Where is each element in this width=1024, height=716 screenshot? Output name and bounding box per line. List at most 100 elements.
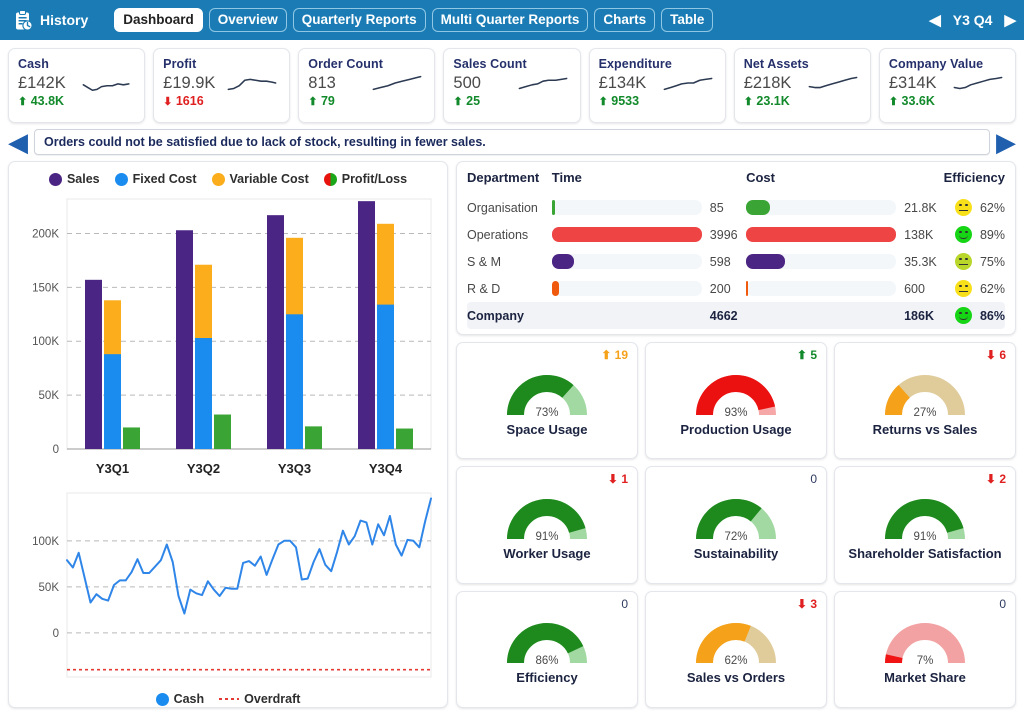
gauge-value: 27% — [913, 406, 937, 419]
tab-table[interactable]: Table — [661, 7, 714, 33]
efficiency-face-icon — [954, 226, 972, 243]
kpi-title: Profit — [163, 57, 197, 71]
legend-item[interactable]: Variable Cost — [211, 172, 309, 186]
dept-name: S & M — [467, 254, 502, 269]
gauge-card[interactable]: ⬆ 5 93% Production Usage — [645, 342, 827, 460]
gauge-card[interactable]: ⬇ 3 62% Sales vs Orders — [645, 590, 827, 708]
gauge-card[interactable]: 0 86% Efficiency — [456, 590, 638, 708]
table-row[interactable]: R & D 200 600 62% — [467, 275, 1005, 302]
gauge-dial: 62% — [684, 613, 788, 669]
gauge-delta: 0 — [810, 472, 817, 487]
kpi-card[interactable]: Profit £19.9K ⬇ 1616 — [153, 48, 291, 123]
svg-text:0: 0 — [53, 628, 59, 640]
quarter-navigator: ◀ Y3 Q4 ▶ — [929, 12, 1016, 28]
gauge-value: 91% — [535, 530, 559, 543]
legend-label: Variable Cost — [229, 172, 309, 186]
gauge-label: Returns vs Sales — [872, 421, 978, 437]
tab-dashboard[interactable]: Dashboard — [114, 7, 203, 33]
tab-charts[interactable]: Charts — [594, 7, 656, 33]
dept-cost-value: 138K — [904, 227, 934, 242]
dept-cost-value: 600 — [904, 281, 925, 296]
history-button[interactable]: History — [8, 7, 100, 34]
tab-multi-quarter-reports[interactable]: Multi Quarter Reports — [431, 7, 589, 33]
dept-name: Organisation — [467, 200, 538, 215]
gauge-card[interactable]: 0 7% Market Share — [834, 590, 1016, 708]
gauge-value: 91% — [913, 530, 937, 543]
legend-swatch-icon — [323, 172, 337, 186]
gauge-value: 72% — [724, 530, 748, 543]
kpi-card[interactable]: Order Count 813 ⬆ 79 — [298, 48, 436, 123]
bar-chart[interactable]: 0 50K 100K 150K 200K Y3Q1 Y3Q2 Y3Q3 Y3Q4 — [15, 191, 441, 483]
gauge-label: Sustainability — [693, 545, 779, 561]
gauge-card[interactable]: 0 72% Sustainability — [645, 466, 827, 584]
efficiency-face-icon — [954, 253, 972, 270]
gauge-label: Efficiency — [516, 670, 578, 686]
table-row[interactable]: Operations 3996 138K 89% — [467, 221, 1005, 248]
cash-line-chart[interactable]: 0 50K 100K — [15, 487, 441, 691]
legend-item[interactable]: Sales — [48, 172, 100, 186]
kpi-value: £134K — [598, 73, 647, 92]
kpi-value: 813 — [308, 73, 336, 92]
table-row[interactable]: S & M 598 35.3K 75% — [467, 248, 1005, 275]
department-table: Department Time Cost Efficiency Organisa… — [467, 170, 1005, 329]
notice-prev-icon[interactable]: ◀ — [8, 129, 28, 155]
dept-cost-bar — [746, 194, 897, 221]
gauge-card[interactable]: ⬇ 2 91% Shareholder Satisfaction — [834, 466, 1016, 584]
legend-swatch-icon — [155, 692, 169, 706]
next-quarter-icon[interactable]: ▶ — [1004, 13, 1016, 28]
kpi-card[interactable]: Net Assets £218K ⬆ 23.1K — [733, 48, 871, 123]
gauge-label: Production Usage — [680, 421, 792, 437]
dept-time-bar — [551, 275, 702, 302]
legend-swatch-icon — [211, 172, 225, 186]
gauge-delta: ⬆ 19 — [601, 348, 628, 362]
arrow-up-icon: ⬆ — [743, 96, 753, 108]
kpi-sparkline-icon — [663, 77, 713, 91]
col-efficiency: Efficiency — [943, 170, 1005, 185]
gauge-label: Space Usage — [506, 421, 588, 437]
svg-text:150K: 150K — [32, 282, 59, 294]
notice-next-icon[interactable]: ▶ — [996, 129, 1016, 155]
svg-text:0: 0 — [53, 444, 59, 456]
dept-efficiency: 75% — [944, 248, 1005, 275]
legend-item[interactable]: Profit/Loss — [323, 172, 407, 186]
notice-text: Orders could not be satisfied due to lac… — [34, 129, 990, 155]
kpi-card[interactable]: Company Value £314K ⬆ 33.6K — [878, 48, 1016, 123]
legend-item[interactable]: Fixed Cost — [114, 172, 197, 186]
gauge-dial: 27% — [873, 365, 977, 421]
gauge-card[interactable]: ⬆ 19 73% Space Usage — [456, 342, 638, 460]
dept-time-bar — [551, 248, 702, 275]
legend-item[interactable]: Cash — [155, 692, 204, 706]
tab-quarterly-reports[interactable]: Quarterly Reports — [292, 7, 426, 33]
total-efficiency: 86% — [943, 302, 1005, 329]
gauge-dial: 7% — [873, 613, 977, 669]
kpi-sparkline-icon — [82, 83, 130, 92]
kpi-card[interactable]: Expenditure £134K ⬆ 9533 — [588, 48, 726, 123]
arrow-up-icon: ⬆ — [308, 96, 318, 108]
dept-cost-bar — [746, 275, 897, 302]
gauge-card[interactable]: ⬇ 1 91% Worker Usage — [456, 466, 638, 584]
dept-time-bar — [551, 194, 702, 221]
kpi-card-row: Cash £142K ⬆ 43.8K Profit £19.9K ⬇ 1616 Order … — [0, 40, 1024, 127]
gauge-value: 62% — [724, 655, 748, 668]
kpi-delta: ⬆ 43.8K — [18, 94, 65, 108]
kpi-delta: ⬆ 25 — [453, 94, 481, 108]
kpi-card[interactable]: Cash £142K ⬆ 43.8K — [8, 48, 146, 123]
dept-efficiency: 62% — [944, 275, 1005, 302]
dept-time-bar — [551, 221, 702, 248]
gauge-delta: ⬇ 6 — [985, 348, 1006, 362]
charts-column: Sales Fixed Cost Variable Cost Profit/Loss … — [8, 161, 448, 708]
history-label: History — [40, 12, 89, 28]
table-row[interactable]: Organisation 85 21.8K 62% — [467, 194, 1005, 221]
gauge-card[interactable]: ⬇ 6 27% Returns vs Sales — [834, 342, 1016, 460]
dept-cost-bar — [746, 221, 897, 248]
kpi-card[interactable]: Sales Count 500 ⬆ 25 — [443, 48, 581, 123]
gauge-dial: 91% — [873, 489, 977, 545]
kpi-delta: ⬆ 23.1K — [743, 94, 790, 108]
total-time-value: 4662 — [701, 302, 747, 329]
kpi-title: Cash — [18, 57, 49, 71]
efficiency-face-icon — [954, 199, 972, 216]
legend-item[interactable]: Overdraft — [219, 692, 300, 706]
tab-overview[interactable]: Overview — [208, 7, 287, 33]
prev-quarter-icon[interactable]: ◀ — [929, 13, 941, 28]
svg-text:Y3Q4: Y3Q4 — [369, 461, 403, 476]
